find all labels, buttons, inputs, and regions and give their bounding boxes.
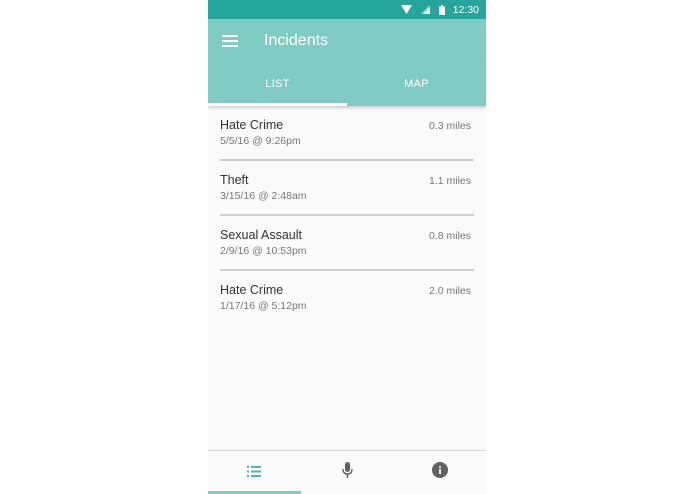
incident-item[interactable]: Hate Crime 5/5/16 @ 9:26pm 0.3 miles <box>220 106 474 161</box>
list-icon <box>247 464 262 482</box>
nav-microphone-button[interactable] <box>301 451 394 494</box>
incident-distance: 0.3 miles <box>428 120 471 132</box>
phone-screen: 12:30 Incidents LIST MAP Hate Crime 5/5/… <box>208 0 486 494</box>
tab-map[interactable]: MAP <box>347 62 486 106</box>
incident-date: 2/9/16 @ 10:53pm <box>220 245 307 257</box>
incident-name: Sexual Assault <box>220 228 302 242</box>
bottom-nav <box>208 450 486 494</box>
incident-item[interactable]: Theft 3/15/16 @ 2:48am 1.1 miles <box>220 161 474 216</box>
nav-info-button[interactable] <box>393 451 486 494</box>
battery-icon <box>438 4 445 15</box>
incident-item[interactable]: Hate Crime 1/17/16 @ 5:12pm 2.0 miles <box>220 271 474 326</box>
incident-date: 3/15/16 @ 2:48am <box>220 190 307 202</box>
incident-item[interactable]: Sexual Assault 2/9/16 @ 10:53pm 0.8 mile… <box>220 216 474 271</box>
status-time: 12:30 <box>452 3 479 16</box>
incident-distance: 1.1 miles <box>428 175 471 187</box>
menu-icon[interactable] <box>222 34 238 47</box>
incident-date: 1/17/16 @ 5:12pm <box>220 300 307 312</box>
tab-list[interactable]: LIST <box>208 62 347 106</box>
incident-list: Hate Crime 5/5/16 @ 9:26pm 0.3 miles The… <box>208 106 486 326</box>
app-bar: Incidents <box>208 19 486 62</box>
incident-name: Hate Crime <box>220 283 284 297</box>
incident-name: Hate Crime <box>220 118 284 132</box>
info-icon <box>431 462 448 483</box>
page-title: Incidents <box>264 31 329 49</box>
nav-list-button[interactable] <box>208 451 301 494</box>
incident-date: 5/5/16 @ 9:26pm <box>220 135 301 147</box>
microphone-icon <box>341 462 353 483</box>
incident-distance: 0.8 miles <box>428 230 471 242</box>
incident-distance: 2.0 miles <box>428 285 471 297</box>
status-bar: 12:30 <box>208 0 486 19</box>
tab-bar: LIST MAP <box>208 62 486 106</box>
incident-name: Theft <box>220 173 249 187</box>
signal-icon <box>420 5 430 14</box>
wifi-icon <box>400 5 412 14</box>
